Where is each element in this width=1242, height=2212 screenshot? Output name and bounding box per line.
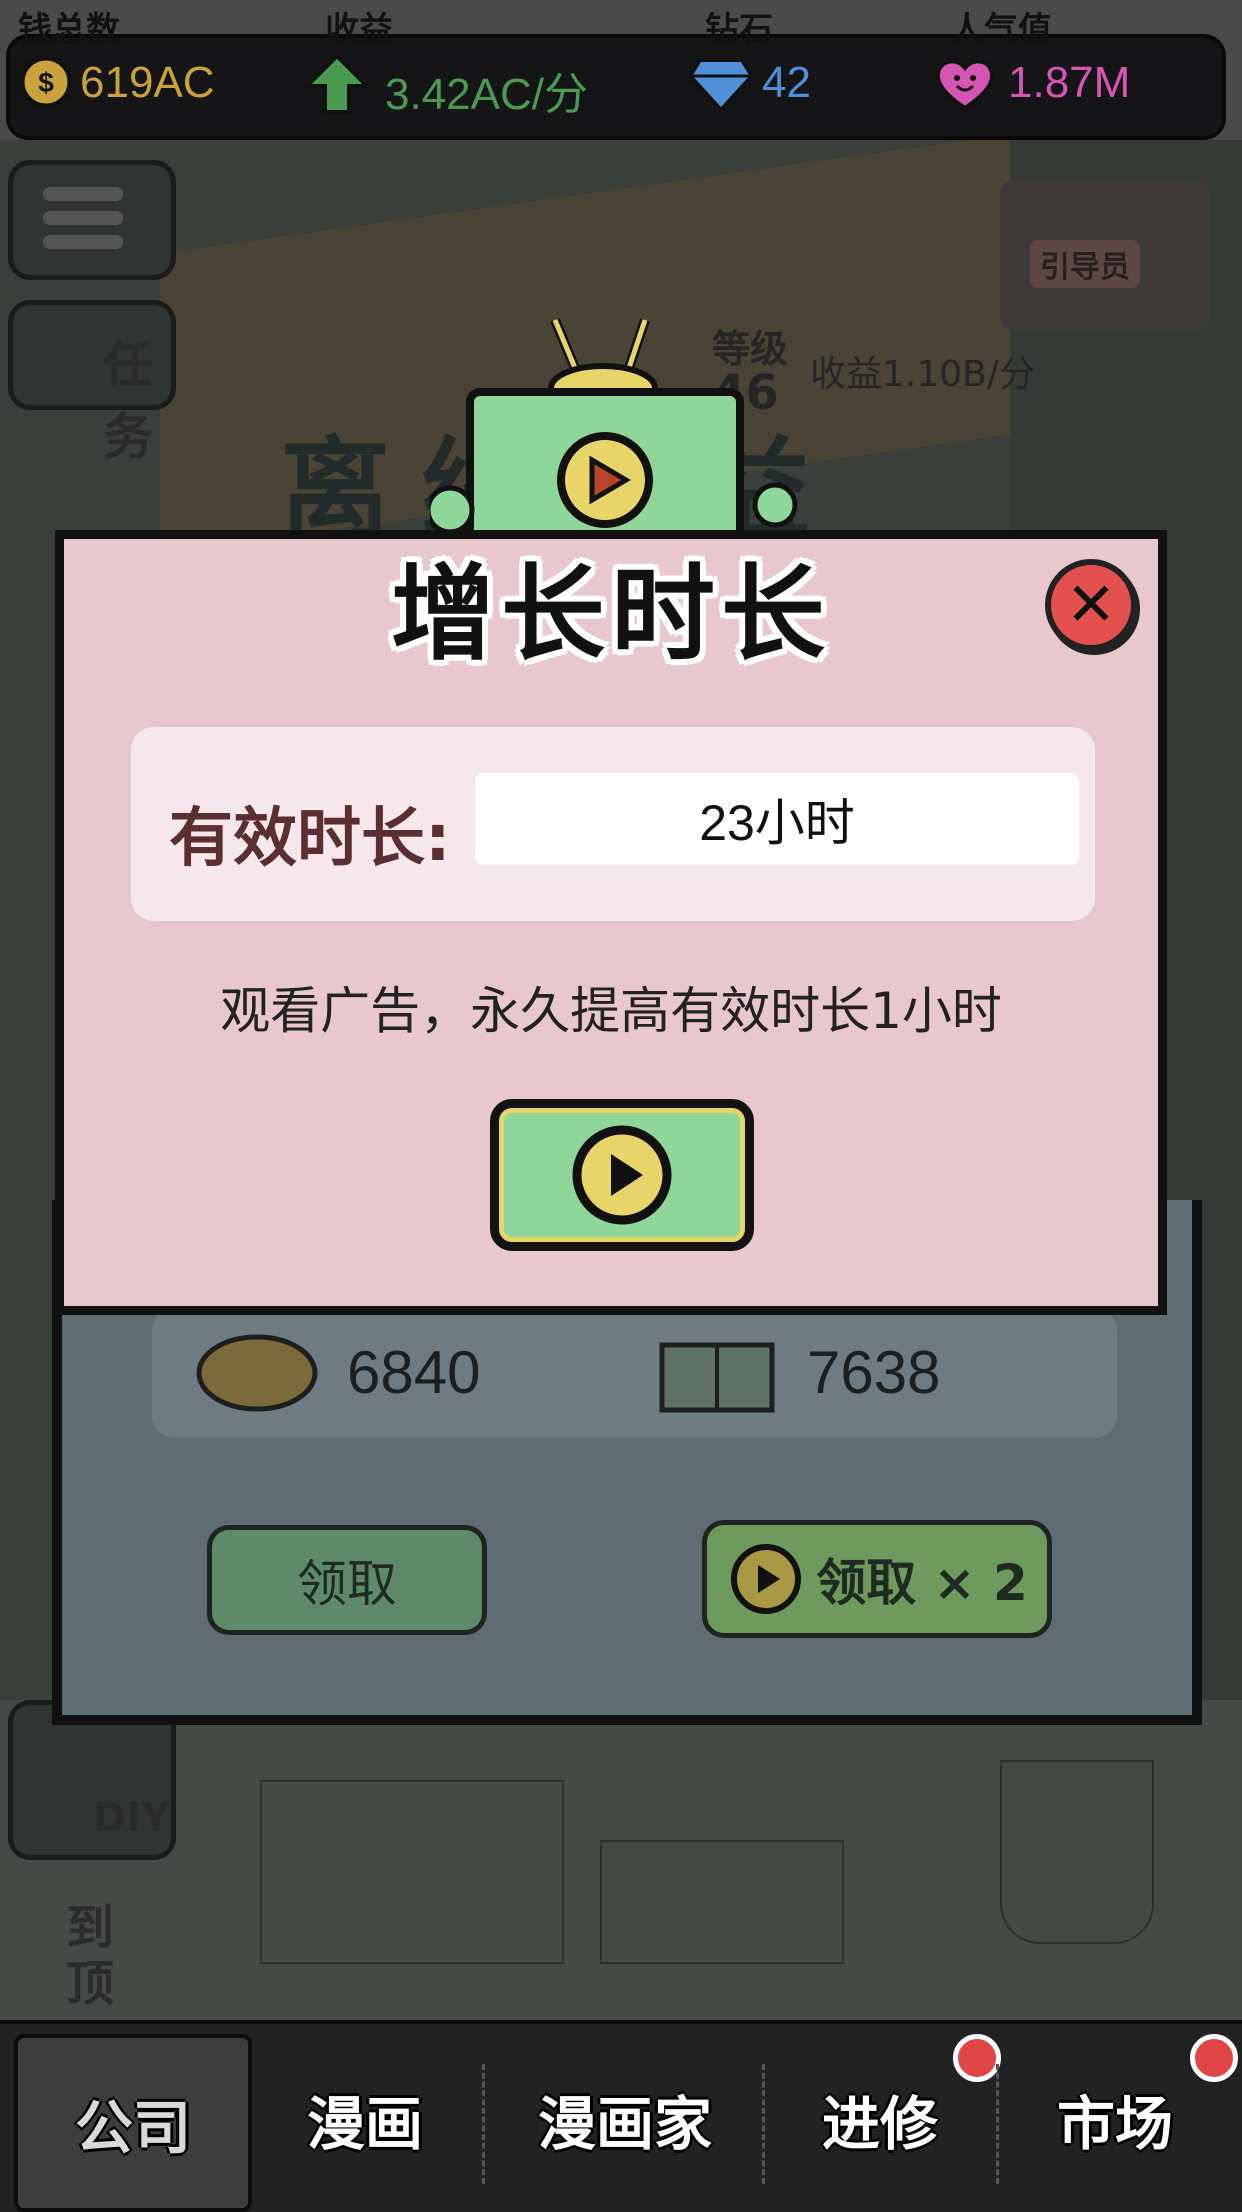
money-value: 619AC	[80, 58, 215, 107]
diamond-value: 42	[762, 58, 811, 107]
play-icon	[731, 1544, 802, 1614]
play-icon	[572, 1125, 672, 1225]
svg-text:$: $	[38, 67, 54, 98]
tab-divider	[762, 2064, 765, 2184]
duration-panel: 有效时长: 23小时	[128, 724, 1098, 924]
claim-double-button[interactable]: 领取 × 2	[702, 1520, 1052, 1638]
watch-ad-button[interactable]	[490, 1099, 754, 1251]
extend-duration-modal: 增长时长 ✕ 有效时长: 23小时 观看广告，永久提高有效时长1小时	[55, 530, 1167, 1315]
tab-training-label: 进修	[821, 2090, 938, 2158]
duration-label: 有效时长:	[169, 802, 451, 876]
close-button[interactable]: ✕	[1045, 559, 1137, 651]
tab-company[interactable]: 公司	[14, 2034, 252, 2212]
task-button[interactable]: 任务	[8, 300, 176, 466]
tab-comics-label: 漫画	[306, 2090, 423, 2158]
tab-comics[interactable]: 漫画	[260, 2034, 470, 2204]
close-icon: ✕	[1065, 570, 1117, 640]
bucket	[1000, 1760, 1154, 1944]
claim-double-label: 领取 × 2	[816, 1554, 1028, 1612]
status-bar: 钱总数 $ 619AC 收益 3.42AC/分 钻石 42 人气值 1.87M	[0, 0, 1242, 140]
income-title: 收益	[325, 10, 393, 50]
guide-label: 引导员	[1030, 240, 1140, 288]
menu-button[interactable]	[8, 160, 176, 280]
bottom-tab-bar: 公司 漫画 漫画家 进修 市场	[0, 2020, 1242, 2212]
diy-label: DIY	[93, 1795, 171, 1841]
tab-artists[interactable]: 漫画家	[500, 2034, 750, 2204]
reward-panel: 6840 7638	[152, 1308, 1117, 1438]
popularity-value: 1.87M	[1008, 58, 1131, 107]
reward-1-value: 6840	[347, 1339, 481, 1406]
tab-company-label: 公司	[74, 2094, 191, 2162]
low-table	[600, 1840, 844, 1964]
heart-icon	[935, 59, 995, 111]
tab-training[interactable]: 进修	[780, 2034, 980, 2204]
tv-icon	[430, 318, 798, 540]
diamond-icon	[688, 58, 754, 112]
tab-artists-label: 漫画家	[537, 2090, 712, 2158]
tab-divider	[996, 2064, 999, 2184]
popularity-title: 人气值	[950, 10, 1052, 50]
reward-2-value: 7638	[807, 1339, 941, 1406]
money-title: 钱总数	[18, 10, 120, 50]
tab-market-label: 市场	[1056, 2090, 1173, 2158]
claim-label: 领取	[297, 1555, 397, 1613]
duration-value: 23小时	[475, 773, 1079, 865]
income-label: 收益1.10B/分	[810, 354, 1035, 395]
to-top-label[interactable]: 到顶	[60, 1900, 120, 2012]
modal-title: 增长时长	[390, 553, 831, 675]
brain-icon	[196, 1334, 318, 1412]
tab-divider	[482, 2064, 485, 2184]
floor-rug	[260, 1780, 564, 1964]
list-icon	[43, 187, 123, 249]
diamond-title: 钻石	[705, 10, 773, 50]
coin-icon: $	[19, 55, 73, 109]
income-value: 3.42AC/分	[385, 70, 588, 119]
task-label: 任务	[103, 336, 153, 466]
notification-badge	[1190, 2034, 1238, 2082]
tab-market[interactable]: 市场	[1010, 2034, 1220, 2204]
book-icon	[659, 1342, 775, 1413]
guide-box[interactable]: 引导员	[1000, 180, 1210, 330]
notification-badge	[953, 2034, 1001, 2082]
claim-button[interactable]: 领取	[207, 1525, 487, 1635]
up-arrow-icon	[305, 54, 369, 114]
ad-description: 观看广告，永久提高有效时长1小时	[220, 982, 1002, 1040]
